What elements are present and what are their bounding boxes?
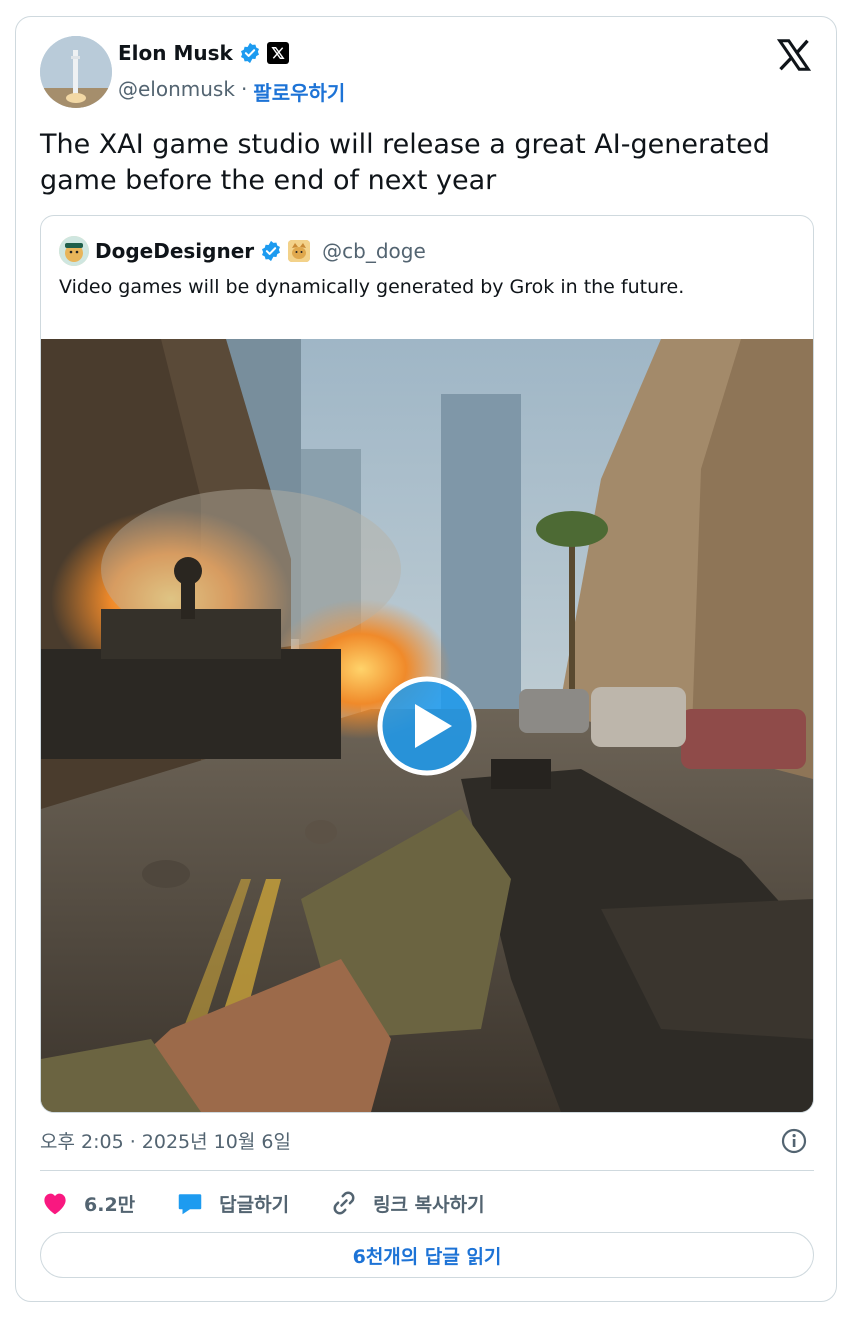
reply-label: 답글하기 xyxy=(219,1193,290,1216)
author-avatar[interactable] xyxy=(40,36,112,108)
info-icon[interactable] xyxy=(780,1127,808,1155)
handle-separator: · xyxy=(240,77,248,101)
verified-badge-icon xyxy=(240,42,259,64)
tweet-timestamp[interactable]: 오후 2:05 · 2025년 10월 6일 xyxy=(40,1127,291,1154)
quote-author-handle[interactable]: @cb_doge xyxy=(322,239,426,263)
read-replies-button[interactable]: 6천개의 답글 읽기 xyxy=(40,1232,814,1278)
action-bar: 6.2만 답글하기 링크 복사하기 xyxy=(40,1183,525,1223)
quote-author-avatar[interactable] xyxy=(59,236,89,266)
x-affiliate-badge-icon xyxy=(266,42,289,64)
tweet-text: The XAI game studio will release a great… xyxy=(40,129,770,196)
quoted-tweet[interactable]: DogeDesigner @cb_doge Video games will b… xyxy=(40,215,814,1113)
like-button[interactable]: 6.2만 xyxy=(40,1188,135,1218)
divider xyxy=(40,1170,814,1171)
play-icon[interactable] xyxy=(377,676,477,776)
doge-badge-icon xyxy=(288,240,311,262)
like-count: 6.2만 xyxy=(84,1193,136,1216)
author-handle[interactable]: @elonmusk xyxy=(118,77,235,106)
link-icon xyxy=(333,1191,355,1215)
follow-button[interactable]: 팔로우하기 xyxy=(253,77,345,106)
video-thumbnail[interactable] xyxy=(41,339,813,1112)
heart-icon xyxy=(44,1193,66,1215)
copy-link-button[interactable]: 링크 복사하기 xyxy=(329,1188,485,1218)
quote-text: Video games will be dynamically generate… xyxy=(59,276,685,298)
x-logo-icon[interactable] xyxy=(776,37,812,73)
quote-author-name[interactable]: DogeDesigner xyxy=(95,239,254,263)
reply-bubble-icon xyxy=(178,1194,202,1215)
reply-button[interactable]: 답글하기 xyxy=(175,1188,289,1218)
verified-badge-icon xyxy=(262,240,281,262)
copy-link-label: 링크 복사하기 xyxy=(373,1193,485,1216)
tweet-card: Elon Musk @elonmusk · 팔로우하기 The XAI game… xyxy=(15,16,837,1302)
author-name[interactable]: Elon Musk xyxy=(118,41,233,65)
